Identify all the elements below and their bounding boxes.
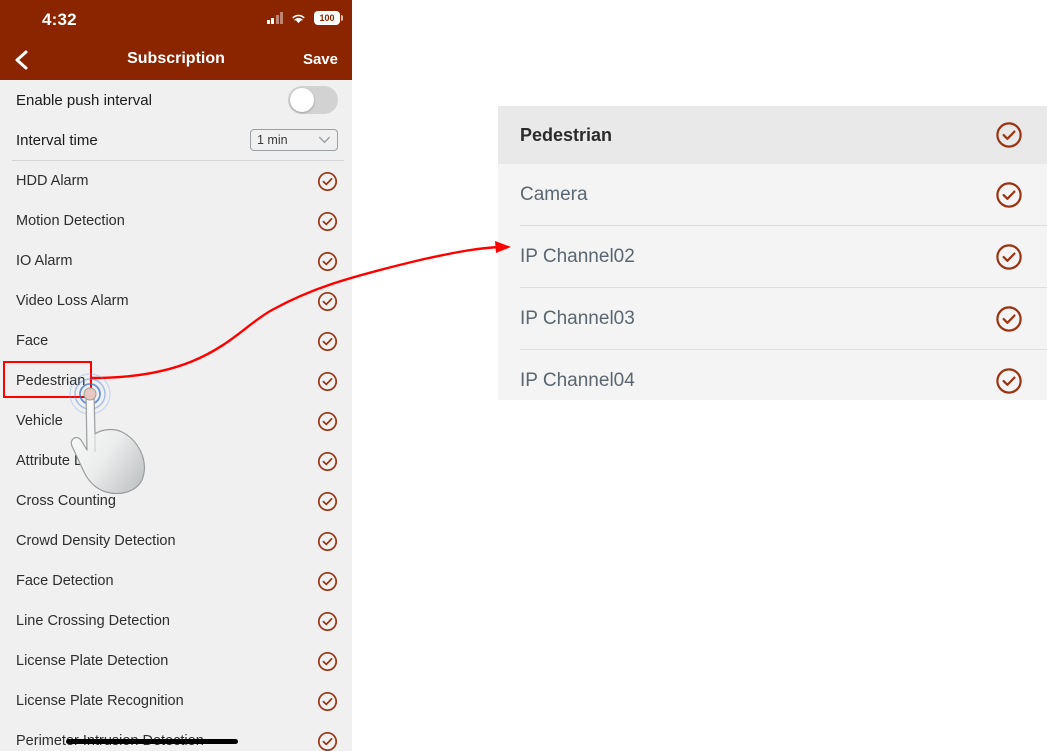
check-circle-icon[interactable] — [317, 171, 338, 192]
check-circle-icon[interactable] — [995, 181, 1023, 209]
home-indicator — [66, 739, 238, 744]
check-circle-icon[interactable] — [317, 371, 338, 392]
toggle-knob — [290, 88, 314, 112]
check-circle-icon[interactable] — [317, 291, 338, 312]
check-circle-icon[interactable] — [317, 531, 338, 552]
nav-bar: Subscription Save — [0, 40, 352, 80]
channel-detail-panel: Pedestrian Camera IP Channel02 IP Channel0… — [498, 106, 1047, 400]
alarm-row-label: HDD Alarm — [16, 173, 89, 189]
check-circle-icon[interactable] — [317, 571, 338, 592]
hand-pointer-cursor — [69, 373, 146, 495]
alarm-row[interactable]: Face Detection — [0, 561, 352, 601]
alarm-row[interactable]: HDD Alarm — [0, 161, 352, 201]
page-title: Subscription — [127, 50, 225, 67]
check-circle-icon[interactable] — [317, 491, 338, 512]
check-circle-icon[interactable] — [995, 121, 1023, 149]
alarm-row[interactable]: Perimeter Intrusion Detection — [0, 721, 352, 751]
alarm-row-label: Crowd Density Detection — [16, 533, 176, 549]
channel-label: IP Channel04 — [520, 369, 635, 391]
row-interval-time[interactable]: Interval time 1 min — [0, 120, 352, 160]
alarm-row[interactable]: Crowd Density Detection — [0, 521, 352, 561]
wifi-icon — [292, 14, 305, 23]
alarm-row-label: Face Detection — [16, 573, 114, 589]
alarm-row[interactable]: License Plate Detection — [0, 641, 352, 681]
channel-row[interactable]: IP Channel02 — [498, 226, 1047, 287]
cellular-signal-icon — [266, 12, 283, 24]
channel-label: Camera — [520, 183, 588, 205]
channel-list: Camera IP Channel02 IP Channel03 IP Channel… — [498, 164, 1047, 400]
check-circle-icon[interactable] — [317, 691, 338, 712]
status-bar-time: 4:32 — [42, 10, 77, 29]
alarm-row-label: Line Crossing Detection — [16, 613, 170, 629]
detail-header-label: Pedestrian — [520, 124, 613, 145]
interval-time-label: Interval time — [16, 131, 98, 149]
channel-label: IP Channel03 — [520, 307, 635, 329]
interval-time-dropdown[interactable]: 1 min — [250, 129, 338, 151]
battery-icon: 100 — [314, 11, 343, 25]
alarm-row[interactable]: IO Alarm — [0, 241, 352, 281]
enable-push-interval-label: Enable push interval — [16, 91, 152, 109]
channel-row[interactable]: IP Channel04 — [498, 350, 1047, 400]
alarm-row-label: Motion Detection — [16, 213, 125, 229]
check-circle-icon[interactable] — [317, 731, 338, 751]
alarm-row-label: License Plate Detection — [16, 653, 169, 669]
battery-level: 100 — [319, 13, 335, 23]
check-circle-icon[interactable] — [995, 305, 1023, 333]
push-interval-toggle[interactable] — [288, 86, 338, 114]
alarm-row-label: Video Loss Alarm — [16, 293, 129, 309]
status-bar-icons: 100 — [266, 11, 343, 25]
check-circle-icon[interactable] — [317, 251, 338, 272]
check-circle-icon[interactable] — [317, 651, 338, 672]
channel-row[interactable]: Camera — [498, 164, 1047, 225]
channel-check-wrap — [971, 181, 1047, 209]
alarm-row[interactable]: Video Loss Alarm — [0, 281, 352, 321]
chevron-down-icon — [318, 136, 331, 144]
detail-header-row[interactable]: Pedestrian — [498, 106, 1047, 164]
alarm-row-label: Face — [16, 333, 49, 349]
alarm-row-label: License Plate Recognition — [16, 693, 184, 709]
alarm-row[interactable]: Face — [0, 321, 352, 361]
alarm-row[interactable]: License Plate Recognition — [0, 681, 352, 721]
check-circle-icon[interactable] — [317, 611, 338, 632]
check-circle-icon[interactable] — [317, 451, 338, 472]
alarm-row[interactable]: Line Crossing Detection — [0, 601, 352, 641]
channel-check-wrap — [971, 305, 1047, 333]
status-bar: 4:32 100 — [0, 0, 352, 40]
channel-label: IP Channel02 — [520, 245, 635, 267]
check-circle-icon[interactable] — [317, 331, 338, 352]
check-circle-icon[interactable] — [995, 367, 1023, 395]
detail-header-check-wrap — [971, 121, 1047, 149]
screenshot-root: 4:32 100 Subscription Save Enable push i… — [0, 0, 1047, 751]
save-button[interactable]: Save — [303, 51, 338, 68]
alarm-row-label: IO Alarm — [16, 253, 73, 269]
channel-check-wrap — [971, 367, 1047, 395]
alarm-row[interactable]: Motion Detection — [0, 201, 352, 241]
row-enable-push-interval[interactable]: Enable push interval — [0, 80, 352, 120]
interval-time-value: 1 min — [257, 133, 288, 147]
channel-check-wrap — [971, 243, 1047, 271]
channel-row[interactable]: IP Channel03 — [498, 288, 1047, 349]
check-circle-icon[interactable] — [317, 411, 338, 432]
check-circle-icon[interactable] — [317, 211, 338, 232]
check-circle-icon[interactable] — [995, 243, 1023, 271]
